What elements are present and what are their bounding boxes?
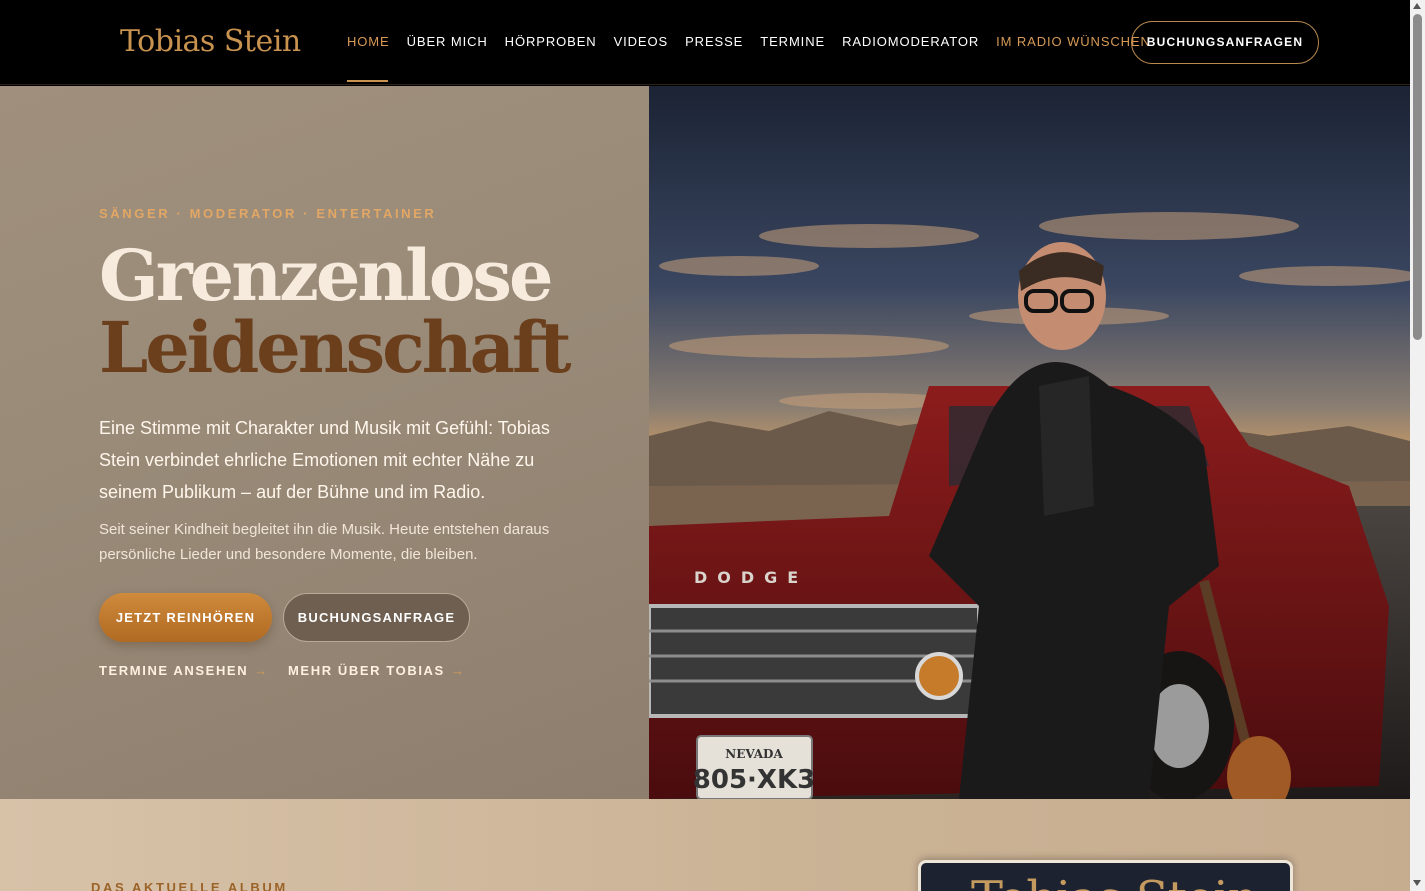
- arrow-right-icon: →: [254, 663, 269, 678]
- view-dates-label: TERMINE ANSEHEN: [99, 663, 249, 678]
- booking-request-button[interactable]: BUCHUNGSANFRAGE: [283, 593, 470, 642]
- nav-hoerproben[interactable]: HÖRPROBEN: [505, 34, 597, 49]
- listen-now-button[interactable]: JETZT REINHÖREN: [99, 593, 272, 642]
- more-about-label: MEHR ÜBER TOBIAS: [288, 663, 445, 678]
- hero-photo-illustration: DODGE NEVADA 805·XK3: [649, 86, 1410, 799]
- more-about-link[interactable]: MEHR ÜBER TOBIAS →: [288, 663, 465, 678]
- nav-presse[interactable]: PRESSE: [685, 34, 743, 49]
- album-eyebrow: DAS AKTUELLE ALBUM: [91, 880, 288, 891]
- arrow-right-icon: →: [450, 663, 466, 678]
- nav-videos[interactable]: VIDEOS: [614, 34, 669, 49]
- nav-radiomoderator[interactable]: RADIOMODERATOR: [842, 34, 979, 49]
- nav-termine[interactable]: TERMINE: [760, 34, 825, 49]
- scroll-thumb[interactable]: [1413, 14, 1422, 340]
- page-scrollbar[interactable]: [1410, 0, 1425, 891]
- album-cover-title: Tobias Stein: [971, 871, 1259, 891]
- plate-number: 805·XK3: [693, 765, 815, 795]
- hero-title: Grenzenlose Leidenschaft: [99, 234, 571, 389]
- nav-home[interactable]: HOME: [347, 34, 390, 49]
- hero-photo: DODGE NEVADA 805·XK3: [649, 86, 1410, 799]
- album-cover[interactable]: Tobias Stein: [918, 860, 1293, 891]
- hero-lead-text: Eine Stimme mit Charakter und Musik mit …: [99, 418, 550, 502]
- plate-state: NEVADA: [725, 747, 783, 761]
- scroll-up-icon[interactable]: [1413, 3, 1421, 9]
- hero-sub-text: Seit seiner Kindheit begleitet ihn die M…: [99, 521, 550, 563]
- site-header: Tobias Stein HOME ÜBER MICH HÖRPROBEN VI…: [0, 0, 1410, 85]
- nav-im-radio-wuenschen[interactable]: IM RADIO WÜNSCHEN: [996, 34, 1151, 49]
- active-nav-indicator: [347, 80, 388, 82]
- hero-title-line2: Leidenschaft: [99, 306, 571, 389]
- view-dates-link[interactable]: TERMINE ANSEHEN →: [99, 663, 269, 678]
- album-section: DAS AKTUELLE ALBUM Tobias Stein: [0, 799, 1410, 891]
- main-nav: HOME ÜBER MICH HÖRPROBEN VIDEOS PRESSE T…: [347, 34, 1168, 49]
- hero-eyebrow: SÄNGER · MODERATOR · ENTERTAINER: [99, 206, 437, 221]
- logo[interactable]: Tobias Stein: [120, 24, 301, 59]
- booking-requests-button[interactable]: BUCHUNGSANFRAGEN: [1131, 21, 1319, 64]
- truck-brand: DODGE: [694, 568, 808, 587]
- hero-title-line1: Grenzenlose: [99, 234, 554, 317]
- headlight: [915, 652, 963, 700]
- scroll-down-icon[interactable]: [1413, 880, 1421, 886]
- nav-ueber-mich[interactable]: ÜBER MICH: [407, 34, 488, 49]
